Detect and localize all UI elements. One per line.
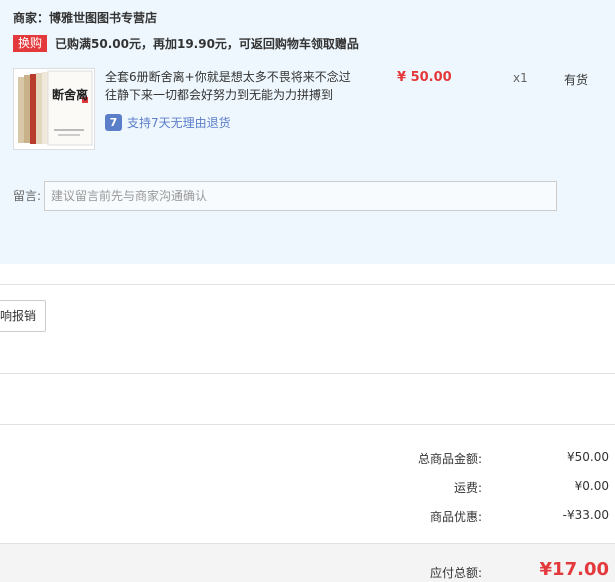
goods-total-value: ¥50.00 bbox=[567, 450, 609, 464]
seller-info: 商家：博雅世图图书专营店 bbox=[13, 9, 157, 26]
payable-label: 应付总额: bbox=[429, 566, 482, 580]
invoice-button[interactable]: 响报销 bbox=[0, 300, 46, 332]
goods-total-label: 总商品金额: bbox=[417, 452, 482, 466]
payable-total-bar: 应付总额: ¥17.00 bbox=[0, 543, 615, 582]
note-label: 留言: bbox=[13, 189, 42, 203]
seller-label: 商家： bbox=[13, 11, 50, 25]
return-policy-text: 支持7天无理由退货 bbox=[127, 116, 231, 130]
promo-tag: 换购 bbox=[13, 35, 48, 52]
promo-row: 换购 已购满50.00元，再加19.90元，可返回购物车领取赠品 bbox=[13, 35, 359, 52]
book-cover-title: 断舍离 bbox=[52, 87, 88, 102]
divider bbox=[0, 373, 615, 374]
stock-status: 有货 bbox=[564, 73, 589, 87]
discount-value: -¥33.00 bbox=[562, 508, 609, 522]
payable-value: ¥17.00 bbox=[539, 559, 609, 580]
divider bbox=[0, 424, 615, 425]
order-panel: 商家：博雅世图图书专营店 换购 已购满50.00元，再加19.90元，可返回购物… bbox=[0, 0, 615, 264]
shipping-label: 运费: bbox=[453, 481, 482, 495]
product-title[interactable]: 全套6册断舍离+你就是想太多不畏将来不念过往静下来一切都会好努力到无能为力拼搏到 bbox=[105, 68, 355, 104]
promo-text: 已购满50.00元，再加19.90元，可返回购物车领取赠品 bbox=[55, 37, 359, 51]
product-thumbnail[interactable]: 断舍离 bbox=[13, 68, 95, 150]
seller-name[interactable]: 博雅世图图书专营店 bbox=[49, 11, 157, 25]
return-policy: 7 支持7天无理由退货 bbox=[105, 114, 231, 131]
discount-label: 商品优惠: bbox=[429, 510, 482, 524]
shipping-value: ¥0.00 bbox=[574, 479, 609, 493]
divider bbox=[0, 284, 615, 285]
product-quantity: x1 bbox=[513, 71, 528, 85]
seller-note-input[interactable] bbox=[44, 181, 557, 211]
discount-row: 商品优惠: -¥33.00 bbox=[0, 508, 615, 528]
product-price: ¥ 50.00 bbox=[397, 70, 452, 85]
goods-total-row: 总商品金额: ¥50.00 bbox=[0, 450, 615, 470]
seven-day-return-icon: 7 bbox=[105, 114, 122, 131]
shipping-row: 运费: ¥0.00 bbox=[0, 479, 615, 499]
book-set-cover-image: 断舍离 bbox=[14, 69, 94, 149]
